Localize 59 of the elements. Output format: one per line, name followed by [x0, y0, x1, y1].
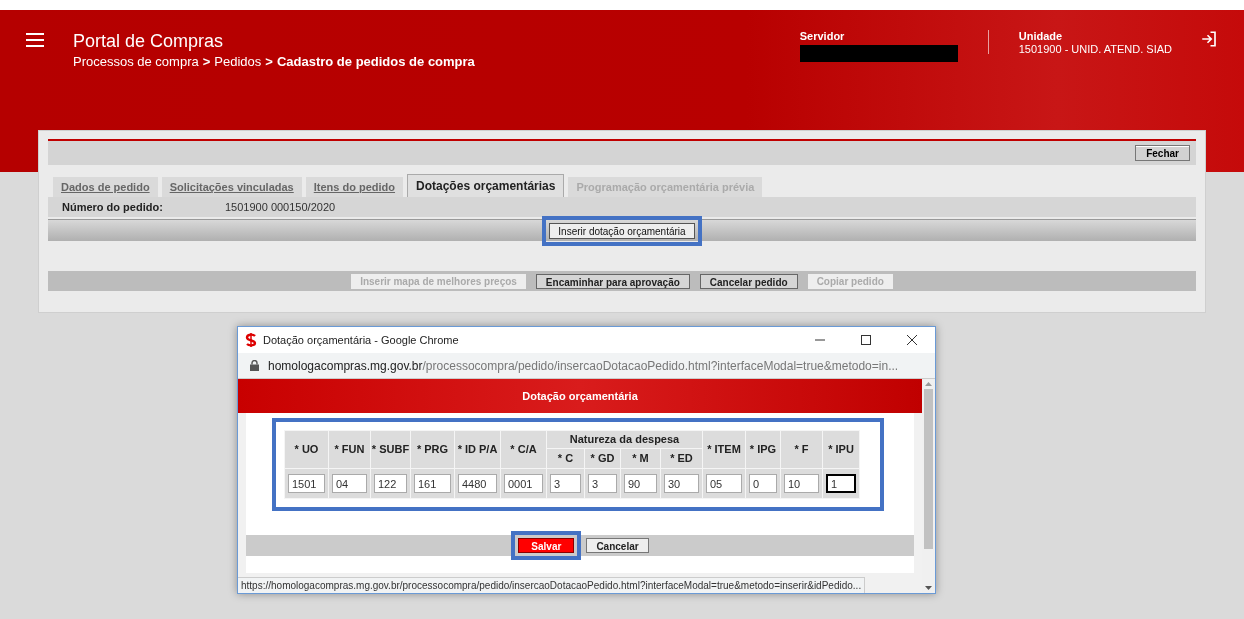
action-button[interactable]: Cancelar pedido	[699, 273, 798, 289]
servidor-label: Servidor	[799, 30, 846, 42]
tab[interactable]: Dotações orçamentárias	[407, 174, 565, 197]
input-field[interactable]: 1	[826, 474, 856, 493]
column-header: * C/A	[500, 430, 547, 469]
column-header: * IPU	[822, 430, 860, 469]
input-field[interactable]: 05	[706, 474, 742, 493]
field-value: 1501900 000150/2020	[225, 199, 336, 215]
close-button[interactable]: Fechar	[1135, 145, 1190, 161]
page-banner: Dotação orçamentária	[238, 379, 922, 413]
input-field[interactable]: 3	[588, 474, 617, 493]
breadcrumb-separator: >	[202, 53, 211, 71]
menu-icon[interactable]	[26, 33, 44, 47]
status-url: https://homologacompras.mg.gov.br/processocompra/pedido/insercaoDotacaoPedido.html?interfaceModal=true&metodo=inserir&idPedido...	[238, 577, 866, 593]
scroll-down-icon[interactable]	[924, 583, 933, 593]
input-field[interactable]: 90	[624, 474, 657, 493]
column-header: * PRG	[410, 430, 455, 469]
unidade-label: Unidade	[1018, 30, 1064, 42]
scrollbar[interactable]	[922, 379, 935, 593]
input-field[interactable]: 1501	[288, 474, 325, 493]
tab[interactable]: Itens do pedido	[305, 177, 404, 197]
column-header: * ID P/A	[454, 430, 501, 469]
logout-icon[interactable]	[1200, 30, 1218, 48]
column-header: * IPG	[745, 430, 781, 469]
app-logo-icon	[244, 333, 258, 347]
column-header: * FUN	[328, 430, 371, 469]
field-label: Número do pedido:	[61, 199, 164, 215]
input-field[interactable]: 0	[749, 474, 777, 493]
column-header: * F	[780, 430, 823, 469]
input-field[interactable]: 04	[332, 474, 367, 493]
column-header: * M	[620, 448, 661, 469]
input-field[interactable]: 30	[664, 474, 699, 493]
column-group-header: Natureza da despesa	[546, 430, 703, 449]
breadcrumb-item: Cadastro de pedidos de compra	[276, 53, 475, 71]
unidade-value: 1501900 - UNID. ATEND. SIAD	[1018, 42, 1172, 56]
window-title: Dotação orçamentária - Google Chrome	[263, 332, 459, 348]
lock-icon	[250, 360, 259, 371]
input-field[interactable]: 10	[784, 474, 819, 493]
column-header: * ITEM	[702, 430, 746, 469]
action-button[interactable]: Encaminhar para aprovação	[535, 273, 690, 289]
breadcrumb-separator: >	[265, 53, 273, 71]
input-field[interactable]: 0001	[504, 474, 543, 493]
insert-allocation-button[interactable]: Inserir dotação orçamentária	[549, 222, 695, 239]
breadcrumb-item[interactable]: Pedidos	[214, 52, 262, 72]
input-field[interactable]: 4480	[458, 474, 497, 493]
column-header: * C	[546, 448, 585, 469]
address-bar[interactable]: homologacompras.mg.gov.br/processocompra/pedido/insercaoDotacaoPedido.html?interfaceModal=true&metodo=in...	[268, 356, 899, 375]
app-title: Portal de Compras	[73, 30, 225, 52]
column-header: * UO	[284, 430, 329, 469]
breadcrumb-item[interactable]: Processos de compra	[73, 52, 199, 72]
tab[interactable]: Solicitações vinculadas	[161, 177, 302, 197]
cancel-button[interactable]: Cancelar	[586, 538, 649, 553]
input-field[interactable]: 122	[374, 474, 407, 493]
input-field[interactable]: 3	[550, 474, 581, 493]
tab[interactable]: Dados de pedido	[53, 177, 158, 197]
column-header: * SUBF	[370, 430, 411, 469]
input-field[interactable]: 161	[414, 474, 451, 493]
column-header: * GD	[584, 448, 621, 469]
save-button[interactable]: Salvar	[518, 538, 575, 553]
